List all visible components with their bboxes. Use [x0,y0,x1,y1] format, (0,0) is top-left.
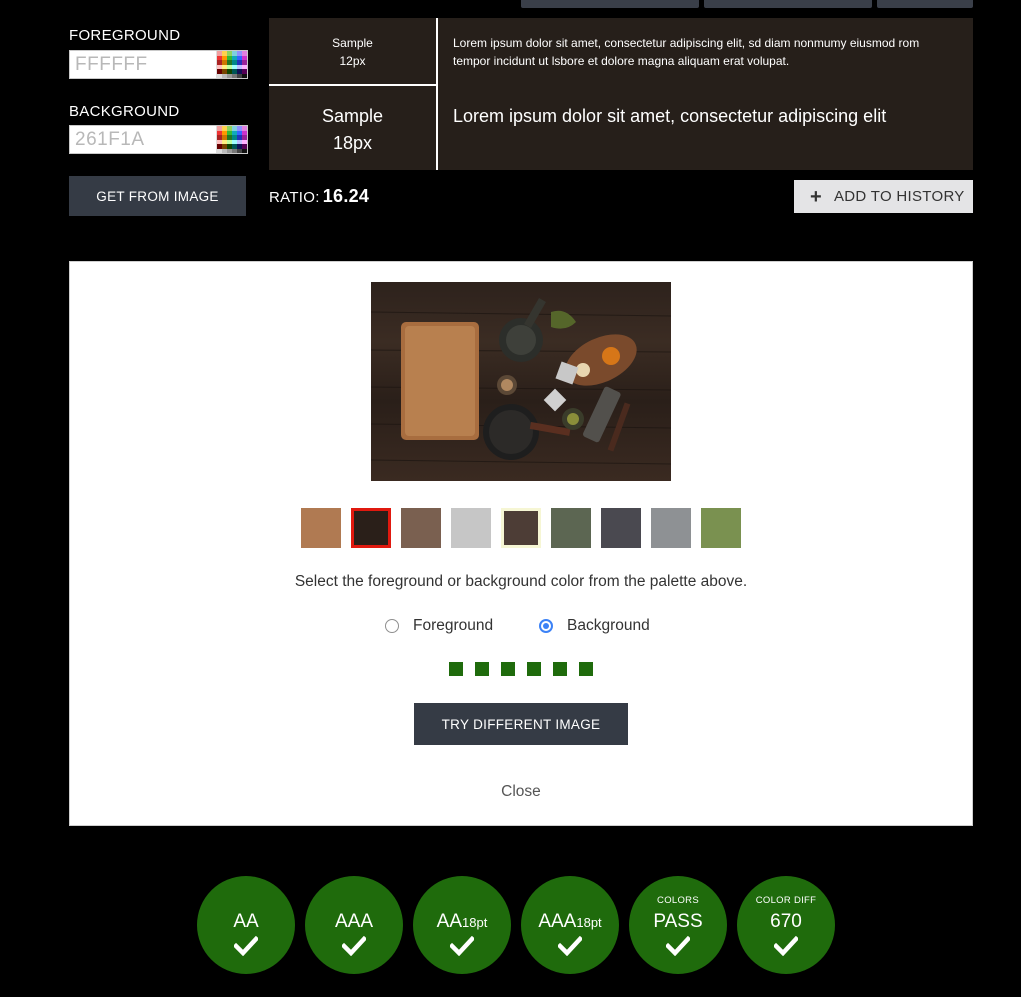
sample-text-12px: Lorem ipsum dolor sit amet, consectetur … [453,36,920,68]
palette-swatch[interactable] [551,508,591,548]
result-label: AAA18pt [538,911,602,932]
foreground-radio-label[interactable]: Foreground [413,617,493,635]
preview-divider-v [436,18,438,170]
foreground-label: FOREGROUND [69,27,181,44]
contrast-preview: Sample 12px Sample 18px Lorem ipsum dolo… [269,18,973,170]
top-tab-3[interactable] [877,0,973,8]
progress-dot [449,662,463,676]
palette-swatch[interactable] [601,508,641,548]
sample-12-label: Sample [332,36,373,50]
background-radio-button[interactable] [539,619,553,633]
result-suffix: 18pt [462,915,488,930]
result-badge: AA18pt [413,876,511,974]
result-badge: AA [197,876,295,974]
sample-12px-cell: Sample 12px [269,34,436,70]
background-radio-label[interactable]: Background [567,617,650,635]
foreground-hex-input[interactable] [70,51,218,78]
result-label: AA [233,911,259,932]
sample-12-size: 12px [339,54,366,68]
foreground-field [69,50,248,79]
result-title: COLOR DIFF [755,895,817,906]
background-label: BACKGROUND [69,103,180,120]
get-from-image-button[interactable]: GET FROM IMAGE [69,176,246,216]
check-icon [558,936,582,956]
background-color-picker-icon[interactable] [216,126,247,153]
result-badge: COLOR DIFF 670 [737,876,835,974]
ratio-label: RATIO: [269,189,320,206]
check-icon [666,936,690,956]
background-field [69,125,248,154]
check-icon [450,936,474,956]
check-icon [774,936,798,956]
palette-swatch[interactable] [701,508,741,548]
progress-dot [527,662,541,676]
result-label: AA18pt [436,911,488,932]
result-value: 670 [770,911,802,932]
close-link[interactable]: Close [485,783,557,801]
sample-18px-cell: Sample 18px [269,103,436,157]
background-hex-input[interactable] [70,126,218,153]
radio-foreground[interactable]: Foreground [385,617,493,635]
sample-text-18px: Lorem ipsum dolor sit amet, consectetur … [453,106,887,126]
progress-dot [553,662,567,676]
preview-divider-h [269,84,436,86]
uploaded-image [371,282,671,481]
progress-dot [579,662,593,676]
add-to-history-button[interactable]: + ADD TO HISTORY [794,180,973,213]
result-value: PASS [653,911,703,932]
ratio-value: 16.24 [322,186,370,206]
radio-background[interactable]: Background [539,617,650,635]
palette-swatch[interactable] [651,508,691,548]
palette-swatch[interactable] [451,508,491,548]
result-title: COLORS [657,895,699,906]
progress-dot [501,662,515,676]
result-badge: AAA [305,876,403,974]
plus-icon: + [810,185,822,208]
result-badge: COLORS PASS [629,876,727,974]
foreground-radio-button[interactable] [385,619,399,633]
sample-18-label: Sample [321,106,384,126]
result-suffix: 18pt [576,915,602,930]
top-tab-1[interactable] [521,0,699,8]
palette-instructions: Select the foreground or background colo… [294,573,748,590]
try-different-image-button[interactable]: TRY DIFFERENT IMAGE [414,703,628,745]
sample-18-size: 18px [332,133,373,153]
result-label: AAA [334,911,374,932]
check-icon [342,936,366,956]
progress-dot [475,662,489,676]
food-photo-illustration [371,298,671,465]
palette-swatch[interactable] [351,508,391,548]
palette-swatch[interactable] [301,508,341,548]
palette-swatch[interactable] [401,508,441,548]
check-icon [234,936,258,956]
palette-swatch[interactable] [501,508,541,548]
top-tab-2[interactable] [704,0,872,8]
result-badge: AAA18pt [521,876,619,974]
contrast-ratio: RATIO: 16.24 [269,186,369,207]
foreground-color-picker-icon[interactable] [216,51,247,78]
add-to-history-label: ADD TO HISTORY [833,188,965,205]
